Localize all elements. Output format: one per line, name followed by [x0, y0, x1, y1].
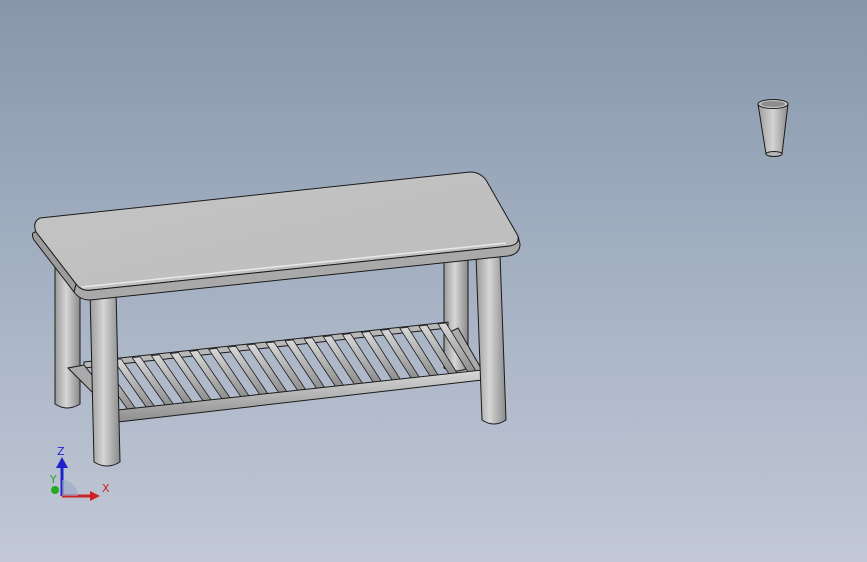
x-axis-label: X [102, 482, 110, 495]
cup-rim-inner [761, 101, 785, 107]
x-axis-arrow-icon [90, 491, 100, 501]
shelf-slat [188, 350, 232, 400]
z-axis-label: Z [57, 445, 65, 458]
shelf-slat [246, 343, 288, 394]
model-viewport[interactable] [0, 0, 867, 562]
y-axis-label: Y [49, 473, 57, 486]
z-axis-arrow-icon [56, 457, 68, 468]
shelf-slat [131, 356, 175, 407]
shelf-slat [227, 345, 269, 396]
shelf-slat [207, 347, 251, 398]
cup-model[interactable] [757, 99, 789, 157]
bench-model[interactable] [31, 171, 521, 467]
triad-plane-icon [62, 480, 78, 496]
shelf-slat [112, 358, 156, 409]
shelf-slat [150, 354, 194, 405]
shelf-slat [265, 341, 307, 392]
shelf-slat [169, 352, 213, 402]
y-axis-icon [51, 486, 59, 494]
cup-base [765, 151, 783, 157]
coordinate-triad: Z X Y [49, 445, 110, 501]
cup-body [757, 103, 789, 155]
front-right-leg [475, 253, 507, 425]
shelf-slat [284, 339, 326, 390]
